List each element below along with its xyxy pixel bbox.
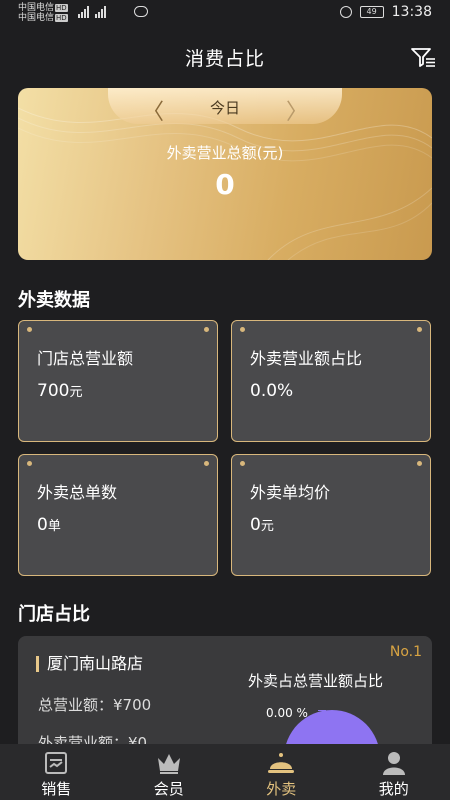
stat-name: 门店总营业额 (37, 349, 134, 368)
stat-value: 0.0% (250, 381, 294, 401)
nav-label: 我的 (378, 780, 409, 798)
carrier-name-1: 中国电信 (18, 3, 55, 13)
bottom-nav: 销售 会员 外卖 我的 (0, 744, 450, 800)
message-icon (134, 6, 148, 17)
stat-name: 外卖营业额占比 (250, 349, 363, 368)
stat-name: 外卖总单数 (37, 483, 118, 502)
carrier-name-2: 中国电信 (18, 13, 55, 23)
hd-badge: HD (55, 4, 68, 12)
battery-icon: 49 (359, 6, 384, 18)
takeout-section-heading: 外卖数据 (18, 290, 90, 311)
pie-label-marker (318, 710, 326, 722)
signal-icon (78, 6, 89, 18)
hd-badge: HD (55, 14, 68, 22)
ratio-title: 外卖占总营业额占比 (248, 672, 384, 690)
carrier-info: 中国电信 HD 中国电信 HD (18, 3, 68, 23)
pie-percent-label: 0.00 % (266, 706, 308, 720)
sales-icon (45, 752, 68, 774)
stat-value: 0元 (250, 515, 274, 535)
stat-card-store-revenue[interactable]: 门店总营业额 700元 (18, 320, 218, 442)
nav-item-members[interactable]: 会员 (113, 744, 226, 800)
next-date-button[interactable]: 〉 (286, 94, 308, 126)
status-right: 49 13:38 (339, 4, 432, 20)
rank-badge: No.1 (389, 644, 422, 660)
crown-icon (157, 754, 180, 774)
stat-name: 外卖单均价 (250, 483, 331, 502)
date-selector: 〈 今日 〉 (108, 88, 342, 126)
nav-label: 会员 (153, 780, 184, 798)
summary-caption: 外卖营业总额(元) (166, 144, 284, 162)
page-title: 消费占比 (184, 48, 265, 70)
status-bar: 中国电信 HD 中国电信 HD 49 13:38 (0, 0, 450, 26)
total-revenue: 总营业额：¥700 (38, 696, 152, 714)
stat-card-avg-order[interactable]: 外卖单均价 0元 (231, 454, 431, 576)
store-share-panel[interactable]: No.1 厦门南山路店 外卖占总营业额占比 总营业额：¥700 外卖营业额：¥0… (18, 636, 432, 750)
nav-item-mine[interactable]: 我的 (338, 744, 450, 800)
summary-value: 0 (215, 168, 235, 201)
alarm-icon (339, 6, 352, 18)
stat-value: 700元 (37, 381, 83, 401)
nav-label: 销售 (41, 780, 72, 798)
stat-card-order-count[interactable]: 外卖总单数 0单 (18, 454, 218, 576)
nav-item-sales[interactable]: 销售 (0, 744, 113, 800)
store-section-heading: 门店占比 (18, 604, 90, 625)
filter-icon[interactable] (410, 46, 436, 68)
signal-icon (95, 6, 106, 18)
summary-card: 〈 今日 〉 外卖营业总额(元) 0 (18, 88, 432, 260)
user-icon (382, 752, 405, 775)
stat-card-takeout-ratio[interactable]: 外卖营业额占比 0.0% (231, 320, 431, 442)
nav-item-takeout[interactable]: 外卖 (225, 744, 338, 800)
cloche-icon (268, 753, 295, 773)
store-name: 厦门南山路店 (36, 656, 143, 672)
nav-label: 外卖 (266, 780, 297, 798)
signal-icons (78, 6, 106, 18)
stat-value: 0单 (37, 515, 61, 535)
clock: 13:38 (391, 4, 432, 20)
